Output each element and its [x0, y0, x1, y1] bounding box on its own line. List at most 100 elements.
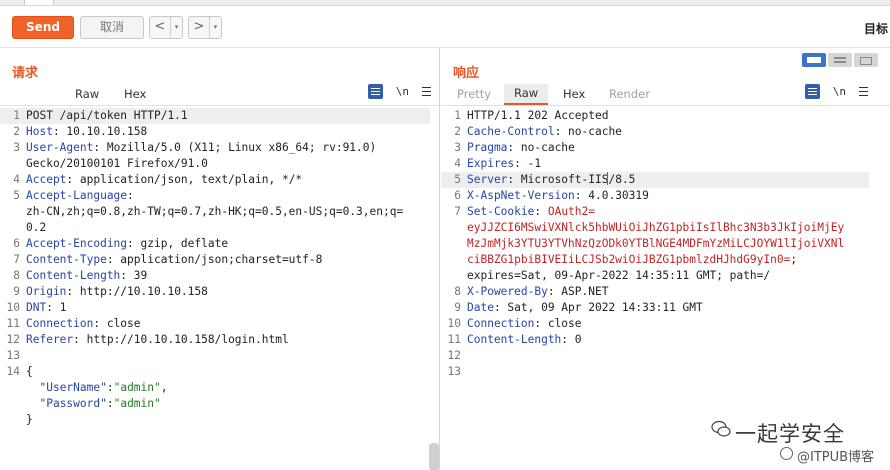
history-back-button[interactable]: < — [150, 17, 170, 38]
code-line[interactable]: 7 Content-Type: application/json;charset=… — [0, 252, 430, 268]
line-content: X-AspNet-Version: 4.0.30319 — [467, 188, 649, 204]
line-number: 12 — [447, 349, 461, 362]
request-tab-hex[interactable]: Hex — [124, 85, 146, 103]
code-line[interactable]: 9 Date: Sat, 09 Apr 2022 14:33:11 GMT — [441, 300, 869, 316]
header-name: DNT — [26, 301, 47, 314]
request-scrollbar-thumb[interactable] — [429, 443, 439, 470]
code-line[interactable]: 13 — [0, 348, 430, 364]
code-line[interactable]: 4 Accept: application/json, text/plain, *… — [0, 172, 430, 188]
line-content: zh-CN,zh;q=0.8,zh-TW;q=0.7,zh-HK;q=0.5,e… — [26, 204, 403, 220]
code-text: ; — [790, 253, 798, 266]
header-name: X-Powered-By — [467, 285, 548, 298]
line-content: Set-Cookie: OAuth2= — [467, 204, 595, 220]
send-button[interactable]: Send — [12, 16, 74, 39]
response-tab-render[interactable]: Render — [609, 85, 650, 103]
code-line[interactable]: 0.2 — [0, 220, 430, 236]
code-line[interactable]: "UserName":"admin", — [0, 380, 430, 396]
code-line[interactable]: 8 X-Powered-By: ASP.NET — [441, 284, 869, 300]
code-line[interactable]: 10 DNT: 1 — [0, 300, 430, 316]
code-line[interactable]: 2 Host: 10.10.10.158 — [0, 124, 430, 140]
code-line[interactable]: 2 Cache-Control: no-cache — [441, 124, 869, 140]
header-name: Cache-Control — [467, 125, 555, 138]
line-number: 6 — [13, 237, 20, 250]
code-line[interactable]: 10 Connection: close — [441, 316, 869, 332]
request-panel: 请求 Raw Hex \n 1 POST /api/token HTTP/1.1 2… — [0, 48, 440, 470]
request-title: 请求 — [12, 66, 39, 81]
code-line[interactable]: Gecko/20100101 Firefox/91.0 — [0, 156, 430, 172]
response-editor[interactable]: 1 HTTP/1.1 202 Accepted 2 Cache-Control: no… — [441, 108, 890, 470]
code-line[interactable]: 11 Connection: close — [0, 316, 430, 332]
history-forward-dropdown[interactable]: ▾ — [209, 17, 221, 38]
menu-icon[interactable] — [859, 87, 868, 96]
line-number: 3 — [454, 141, 461, 154]
line-content: Expires: -1 — [467, 156, 541, 172]
tabbed-layout-icon[interactable] — [854, 53, 878, 67]
newline-toggle-icon[interactable]: \n — [396, 85, 409, 98]
code-text: : Sat, 09 Apr 2022 14:33:11 GMT — [493, 301, 703, 314]
code-line[interactable]: 11 Content-Length: 0 — [441, 332, 869, 348]
toolbar: Send 取消 < ▾ > ▾ 目标 — [0, 6, 890, 48]
code-line[interactable]: expires=Sat, 09-Apr-2022 14:35:11 GMT; p… — [441, 268, 869, 284]
code-line[interactable]: 5 Accept-Language: — [0, 188, 430, 204]
code-line[interactable]: 1 HTTP/1.1 202 Accepted — [441, 108, 869, 124]
response-tab-hex[interactable]: Hex — [563, 85, 585, 103]
line-content: Date: Sat, 09 Apr 2022 14:33:11 GMT — [467, 300, 703, 316]
header-name: Connection — [467, 317, 535, 330]
response-tab-raw[interactable]: Raw — [504, 84, 549, 105]
line-content: Content-Type: application/json;charset=u… — [26, 252, 322, 268]
code-line[interactable]: 14 { — [0, 364, 430, 380]
line-content: Connection: close — [26, 316, 141, 332]
cookie-value: MzJmMjk3YTU3YTVhNzQzODk0YTBlNGE4MDFmYzMi… — [467, 237, 845, 250]
target-label[interactable]: 目标 — [864, 20, 888, 37]
code-line[interactable]: 3 User-Agent: Mozilla/5.0 (X11; Linux x86… — [0, 140, 430, 156]
line-content: Referer: http://10.10.10.158/login.html — [26, 332, 289, 348]
code-text: : — [106, 397, 114, 410]
code-line[interactable]: eyJJZCI6MSwiVXNlck5hbWUiOiJhZG1pbiIsIlBh… — [441, 220, 869, 236]
code-line[interactable]: zh-CN,zh;q=0.8,zh-TW;q=0.7,zh-HK;q=0.5,e… — [0, 204, 430, 220]
pretty-print-icon[interactable] — [804, 84, 820, 99]
cancel-button[interactable]: 取消 — [80, 16, 144, 39]
stacked-layout-icon[interactable] — [828, 53, 852, 67]
layout-toggle — [802, 53, 878, 67]
response-tab-pretty[interactable]: Pretty — [457, 85, 491, 103]
line-number: 11 — [447, 333, 461, 346]
code-line[interactable]: 9 Origin: http://10.10.10.158 — [0, 284, 430, 300]
line-content: Gecko/20100101 Firefox/91.0 — [26, 156, 208, 172]
code-text: : application/json, text/plain, */* — [66, 173, 303, 186]
code-line[interactable]: 3 Pragma: no-cache — [441, 140, 869, 156]
line-number: 14 — [6, 365, 20, 378]
code-line[interactable]: 4 Expires: -1 — [441, 156, 869, 172]
code-text: : http://10.10.10.158 — [66, 285, 208, 298]
line-number: 9 — [13, 285, 20, 298]
pretty-print-icon[interactable] — [367, 84, 383, 99]
history-back-dropdown[interactable]: ▾ — [170, 17, 182, 38]
line-content: Accept: application/json, text/plain, */… — [26, 172, 302, 188]
code-line[interactable]: MzJmMjk3YTU3YTVhNzQzODk0YTBlNGE4MDFmYzMi… — [441, 236, 869, 252]
code-line[interactable]: 1 POST /api/token HTTP/1.1 — [0, 108, 430, 124]
code-text: : — [127, 189, 134, 202]
code-line[interactable]: } — [0, 412, 430, 428]
code-line[interactable]: "Password":"admin" — [0, 396, 430, 412]
code-line[interactable]: 5 Server: Microsoft-IIS/8.5 — [441, 172, 869, 188]
code-line[interactable]: 12 Referer: http://10.10.10.158/login.htm… — [0, 332, 430, 348]
code-line[interactable]: 13 — [441, 364, 869, 380]
response-title: 响应 — [453, 66, 480, 81]
code-line[interactable]: 7 Set-Cookie: OAuth2= — [441, 204, 869, 220]
request-editor[interactable]: 1 POST /api/token HTTP/1.1 2 Host: 10.10.10… — [0, 108, 439, 470]
code-line[interactable]: ciBBZG1pbiBIVEIiLCJSb2wiOiJBZG1pbmlzdHJh… — [441, 252, 869, 268]
line-content: Origin: http://10.10.10.158 — [26, 284, 208, 300]
history-forward-button[interactable]: > — [189, 17, 209, 38]
line-number: 9 — [454, 301, 461, 314]
code-line[interactable]: 6 Accept-Encoding: gzip, deflate — [0, 236, 430, 252]
side-by-side-layout-icon[interactable] — [802, 53, 826, 67]
code-line[interactable]: 12 — [441, 348, 869, 364]
line-number: 6 — [454, 189, 461, 202]
code-line[interactable]: 6 X-AspNet-Version: 4.0.30319 — [441, 188, 869, 204]
newline-toggle-icon[interactable]: \n — [833, 85, 846, 98]
menu-icon[interactable] — [422, 87, 431, 96]
request-tab-raw[interactable]: Raw — [75, 85, 99, 103]
code-text: : http://10.10.10.158/login.html — [73, 333, 289, 346]
window-tab[interactable] — [24, 0, 54, 5]
line-content: Server: Microsoft-IIS/8.5 — [467, 172, 635, 188]
code-line[interactable]: 8 Content-Length: 39 — [0, 268, 430, 284]
